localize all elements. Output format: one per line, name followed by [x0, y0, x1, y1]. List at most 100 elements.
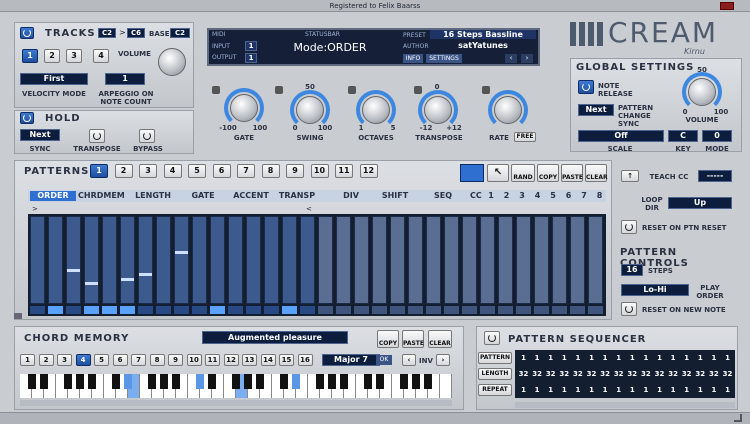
- step-enable-toggle[interactable]: [336, 306, 351, 314]
- cc-7[interactable]: 7: [579, 192, 589, 200]
- tab-accent[interactable]: ACCENT: [228, 191, 274, 201]
- piano-black-key[interactable]: [364, 374, 372, 389]
- step-column[interactable]: [318, 216, 333, 304]
- hold-power-button[interactable]: [20, 112, 34, 124]
- chord-slot-11[interactable]: 11: [205, 354, 220, 366]
- reset-new-note-toggle[interactable]: [621, 302, 637, 316]
- piano-black-key[interactable]: [172, 374, 180, 389]
- seq-cell[interactable]: 1: [680, 352, 693, 364]
- seq-cell[interactable]: 32: [599, 368, 612, 380]
- piano-black-key[interactable]: [400, 374, 408, 389]
- step-enable-toggle[interactable]: [102, 306, 117, 314]
- piano-black-key[interactable]: [316, 374, 324, 389]
- pattern-button-5[interactable]: 5: [188, 164, 206, 178]
- seq-cell[interactable]: 1: [599, 352, 612, 364]
- teach-cc-field[interactable]: -----: [698, 170, 732, 182]
- piano-black-key[interactable]: [292, 374, 300, 389]
- step-enable-toggle[interactable]: [192, 306, 207, 314]
- seq-cell[interactable]: 32: [667, 368, 680, 380]
- chord-slot-14[interactable]: 14: [260, 354, 276, 366]
- seq-cell[interactable]: 32: [531, 368, 544, 380]
- tracks-power-button[interactable]: [20, 27, 34, 39]
- step-column[interactable]: [426, 216, 441, 304]
- global-volume-knob[interactable]: [688, 78, 716, 106]
- chord-slot-16[interactable]: 16: [297, 354, 313, 366]
- step-enable-toggle[interactable]: [426, 306, 441, 314]
- reset-ptn-toggle[interactable]: [621, 220, 637, 234]
- seq-cell[interactable]: 1: [599, 384, 612, 396]
- seq-cell[interactable]: 1: [694, 384, 707, 396]
- piano-black-key[interactable]: [112, 374, 120, 389]
- piano-black-key[interactable]: [424, 374, 432, 389]
- step-enable-toggle[interactable]: [138, 306, 153, 314]
- cc-3[interactable]: 3: [517, 192, 527, 200]
- step-column[interactable]: [408, 216, 423, 304]
- rand-button[interactable]: RAND: [511, 164, 535, 182]
- chord-paste-button[interactable]: PASTE: [402, 330, 424, 348]
- step-column[interactable]: [174, 216, 189, 304]
- piano-black-key[interactable]: [340, 374, 348, 389]
- sync-field[interactable]: Next: [20, 129, 60, 141]
- step-column[interactable]: [282, 216, 297, 304]
- seq-cell[interactable]: 1: [653, 384, 666, 396]
- steps-field[interactable]: 16: [621, 264, 643, 276]
- seq-cell[interactable]: 32: [680, 368, 693, 380]
- seq-cell[interactable]: 32: [585, 368, 598, 380]
- seq-cell[interactable]: 1: [558, 384, 571, 396]
- chord-slot-3[interactable]: 3: [57, 354, 72, 366]
- step-enable-toggle[interactable]: [66, 306, 81, 314]
- octaves-lock-icon[interactable]: [348, 86, 356, 94]
- scale-field[interactable]: Off: [578, 130, 664, 142]
- transpose-knob[interactable]: [424, 96, 452, 124]
- step-enable-toggle[interactable]: [588, 306, 603, 314]
- step-enable-toggle[interactable]: [30, 306, 45, 314]
- step-enable-toggle[interactable]: [354, 306, 369, 314]
- step-column[interactable]: [264, 216, 279, 304]
- loop-dir-field[interactable]: Up: [668, 197, 732, 209]
- step-enable-toggle[interactable]: [282, 306, 297, 314]
- step-column[interactable]: [390, 216, 405, 304]
- piano-black-key[interactable]: [196, 374, 204, 389]
- step-enable-toggle[interactable]: [228, 306, 243, 314]
- seq-cell[interactable]: 1: [680, 384, 693, 396]
- piano-black-key[interactable]: [76, 374, 84, 389]
- resize-icon[interactable]: [734, 414, 742, 422]
- step-enable-toggle[interactable]: [318, 306, 333, 314]
- step-column[interactable]: [156, 216, 171, 304]
- cc-8[interactable]: 8: [595, 192, 605, 200]
- inv-next-button[interactable]: ›: [436, 354, 450, 366]
- seq-cell[interactable]: 1: [517, 384, 530, 396]
- key-field[interactable]: C: [668, 130, 698, 142]
- step-enable-toggle[interactable]: [84, 306, 99, 314]
- step-column[interactable]: [372, 216, 387, 304]
- tab-transp[interactable]: TRANSP: [274, 191, 320, 201]
- step-column[interactable]: [336, 216, 351, 304]
- pattern-button-4[interactable]: 4: [163, 164, 182, 178]
- pattern-button-9[interactable]: 9: [286, 164, 304, 178]
- seq-cell[interactable]: 1: [653, 352, 666, 364]
- tab-gate[interactable]: GATE: [180, 191, 226, 201]
- input-value[interactable]: 1: [245, 41, 257, 51]
- step-enable-toggle[interactable]: [174, 306, 189, 314]
- arpeggio-field[interactable]: 1: [105, 73, 145, 85]
- chord-slot-9[interactable]: 9: [168, 354, 183, 366]
- loop-end-marker[interactable]: <: [306, 205, 312, 213]
- pattern-sync-field[interactable]: Next: [578, 104, 614, 116]
- chord-type-field[interactable]: Major 7: [322, 354, 380, 366]
- tab-div[interactable]: DIV: [328, 191, 374, 201]
- seq-cell[interactable]: 1: [721, 352, 734, 364]
- pattern-button-6[interactable]: 6: [212, 164, 231, 178]
- seq-cell[interactable]: 32: [694, 368, 707, 380]
- scroll-down-button[interactable]: [14, 313, 22, 319]
- seq-cell[interactable]: 1: [517, 352, 530, 364]
- cc-2[interactable]: 2: [502, 192, 512, 200]
- step-column[interactable]: [552, 216, 567, 304]
- piano-black-key[interactable]: [124, 374, 132, 389]
- step-column[interactable]: [102, 216, 117, 304]
- piano-black-key[interactable]: [208, 374, 216, 389]
- step-column[interactable]: [246, 216, 261, 304]
- seq-cell[interactable]: 1: [667, 352, 680, 364]
- chord-name-field[interactable]: Augmented pleasure: [202, 331, 348, 344]
- chord-slot-1[interactable]: 1: [20, 354, 35, 366]
- step-enable-toggle[interactable]: [264, 306, 279, 314]
